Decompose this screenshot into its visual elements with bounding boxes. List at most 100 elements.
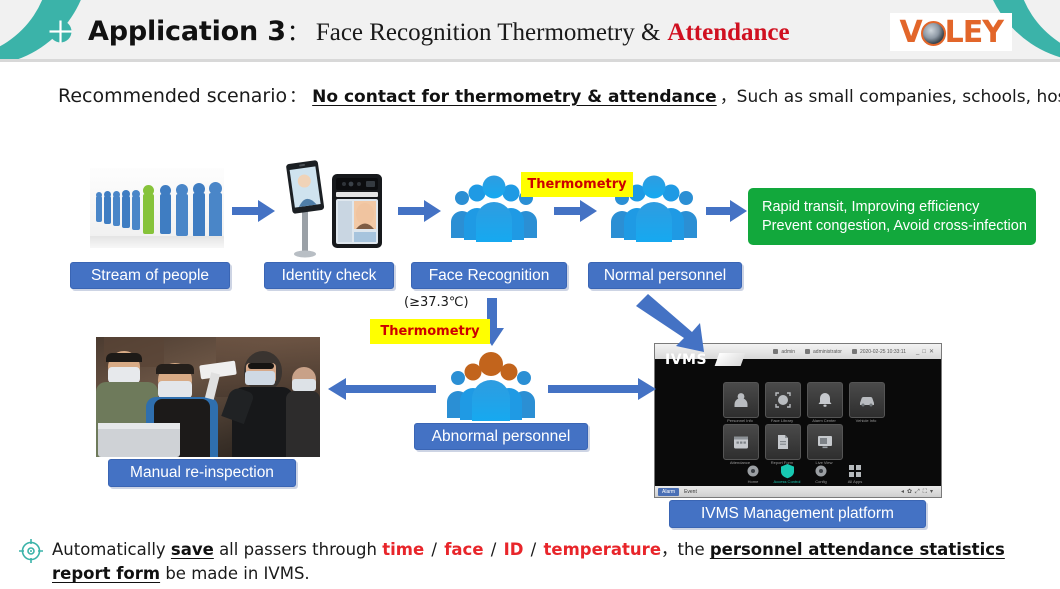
stream-of-people-image (90, 168, 224, 248)
arrow-identity-to-face (398, 198, 442, 224)
footer-keyword-time: time (382, 540, 425, 559)
footer-text-2: all passers through (213, 540, 383, 559)
tag-thermometry-bottom: Thermometry (370, 319, 490, 344)
tag-thermometry-top: Thermometry (521, 172, 633, 197)
outcome-callout: Rapid transit, Improving efficiency Prev… (748, 188, 1036, 245)
chip-identity-check[interactable]: Identity check (264, 262, 394, 289)
recommended-scenario: Recommended scenario ： No contact for th… (58, 82, 1060, 107)
circle-icon (815, 465, 827, 477)
footer-emph-save: save (170, 540, 214, 559)
shield-green-icon (781, 464, 794, 479)
document-icon (778, 435, 788, 449)
ivms-nav-home[interactable] (746, 464, 760, 478)
ivms-titlebar-role: administrator (805, 349, 842, 355)
circle-icon (747, 465, 759, 477)
footer-emph-stats: personnel attendance statistics (709, 540, 1005, 559)
arrow-face-to-normal (554, 198, 598, 224)
scenario-emphasis: No contact for thermometry & attendance (312, 87, 717, 107)
logo-text-first: V (899, 15, 922, 50)
arrow-normal-to-outcome (706, 198, 748, 224)
brand-logo: V LEY (890, 13, 1012, 51)
chip-face-recognition[interactable]: Face Recognition (411, 262, 567, 289)
footer-keyword-face: face (444, 540, 484, 559)
footer-emph-report: report form (52, 564, 161, 583)
slide-header: Application 3 ： Face Recognition Thermom… (0, 0, 1060, 62)
footer-text-4: be made in IVMS. (160, 564, 310, 583)
ivms-nav-config-label: Config (815, 479, 827, 484)
footer-keyword-temperature: temperature (543, 540, 662, 559)
logo-text-last: LEY (944, 15, 1004, 50)
ivms-status-icons[interactable]: ◂✿⤢⛶▾ (901, 488, 936, 496)
footer-note: Automatically save all passers through t… (52, 538, 1042, 586)
user-icon (773, 349, 779, 354)
footer-line-2: report form be made in IVMS. (52, 562, 1042, 586)
header-baseline (0, 59, 1060, 62)
ivms-titlebar-time-label: 2020-02-25 10:33:11 (859, 348, 906, 355)
chip-stream-of-people[interactable]: Stream of people (70, 262, 230, 289)
ivms-tile-vehicle-info-label: Vehicle Info (855, 418, 877, 423)
ivms-platform-screenshot: admin administrator 2020-02-25 10:33:11 … (654, 343, 942, 498)
footer-line-1: Automatically save all passers through t… (52, 538, 1042, 562)
chip-ivms-management-platform[interactable]: IVMS Management platform (669, 500, 926, 528)
page-title-strong: Application 3 (88, 16, 286, 47)
clock-icon (851, 349, 857, 354)
alarm-icon (818, 393, 832, 407)
ivms-nav-all-apps[interactable] (848, 464, 862, 478)
arrow-stream-to-identity (232, 198, 276, 224)
ivms-tile-live-view[interactable] (807, 424, 843, 460)
footer-sep-1: / (426, 540, 443, 559)
ivms-status-tab-alarm[interactable]: Alarm (658, 487, 680, 496)
face-terminal-pole-device (283, 160, 327, 258)
ivms-titlebar-user-label: admin (781, 348, 796, 355)
ivms-status-tab-event[interactable]: Event (684, 489, 697, 495)
page-title: Application 3 ： Face Recognition Thermom… (88, 13, 790, 53)
face-terminal-wall-device (330, 172, 384, 250)
ivms-nav-access-control-label: Access Control (773, 479, 801, 484)
chip-abnormal-personnel[interactable]: Abnormal personnel (414, 423, 588, 450)
calendar-icon (734, 436, 748, 449)
scenario-rest: ，Such as small companies, schools, hospi… (719, 87, 1060, 107)
ivms-tile-attendance[interactable] (723, 424, 759, 460)
ivms-tile-alarm-center[interactable] (807, 382, 843, 418)
scenario-colon: ： (289, 87, 307, 106)
target-crosshair-icon (18, 538, 44, 564)
ivms-tile-personnel-info[interactable] (723, 382, 759, 418)
arrow-abnormal-to-manual (328, 377, 436, 401)
ivms-titlebar-time: 2020-02-25 10:33:11 (851, 348, 906, 355)
monitor-icon (818, 436, 832, 449)
shield-icon (805, 349, 811, 354)
ivms-logo: IVMS (665, 352, 708, 368)
grid-icon (849, 465, 861, 477)
footer-keyword-id: ID (503, 540, 524, 559)
footer-text-1: Automatically (52, 540, 171, 559)
person-icon (734, 393, 748, 407)
ivms-tile-face-library[interactable] (765, 382, 801, 418)
page-title-colon: ： (286, 20, 310, 45)
chip-normal-personnel[interactable]: Normal personnel (588, 262, 742, 289)
footer-sep-3: / (525, 540, 542, 559)
manual-inspection-image (96, 337, 320, 457)
page-title-serif: Face Recognition Thermometry & (315, 19, 661, 46)
temperature-threshold-note: (≥37.3℃) (404, 295, 469, 310)
camera-lens-icon (920, 21, 946, 46)
ivms-tile-alarm-center-label: Alarm Center (812, 418, 836, 423)
ivms-tile-face-library-label: Face Library (770, 418, 794, 423)
outcome-line-2: Prevent congestion, Avoid cross-infectio… (762, 217, 1027, 234)
ivms-tile-report-form[interactable] (765, 424, 801, 460)
outcome-line-1: Rapid transit, Improving efficiency (762, 198, 980, 215)
page-title-highlight: Attendance (667, 19, 790, 46)
ivms-nav-access-control[interactable] (780, 463, 794, 479)
people-group-abnormal-personnel (443, 348, 539, 422)
arrow-normal-to-ivms (634, 292, 712, 354)
ivms-titlebar-user: admin (773, 349, 795, 355)
scenario-label: Recommended scenario (58, 85, 288, 107)
ivms-tile-vehicle-info[interactable] (849, 382, 885, 418)
chip-manual-re-inspection[interactable]: Manual re-inspection (108, 459, 296, 487)
ivms-nav-config[interactable] (814, 464, 828, 478)
vehicle-icon (860, 397, 874, 407)
face-scan-icon (775, 392, 791, 408)
ivms-tile-personnel-info-label: Personnel Info (727, 418, 753, 423)
slide-root: Application 3 ： Face Recognition Thermom… (0, 0, 1060, 589)
ivms-nav-home-label: Home (747, 479, 759, 484)
window-controls[interactable]: _□✕ (916, 348, 937, 355)
